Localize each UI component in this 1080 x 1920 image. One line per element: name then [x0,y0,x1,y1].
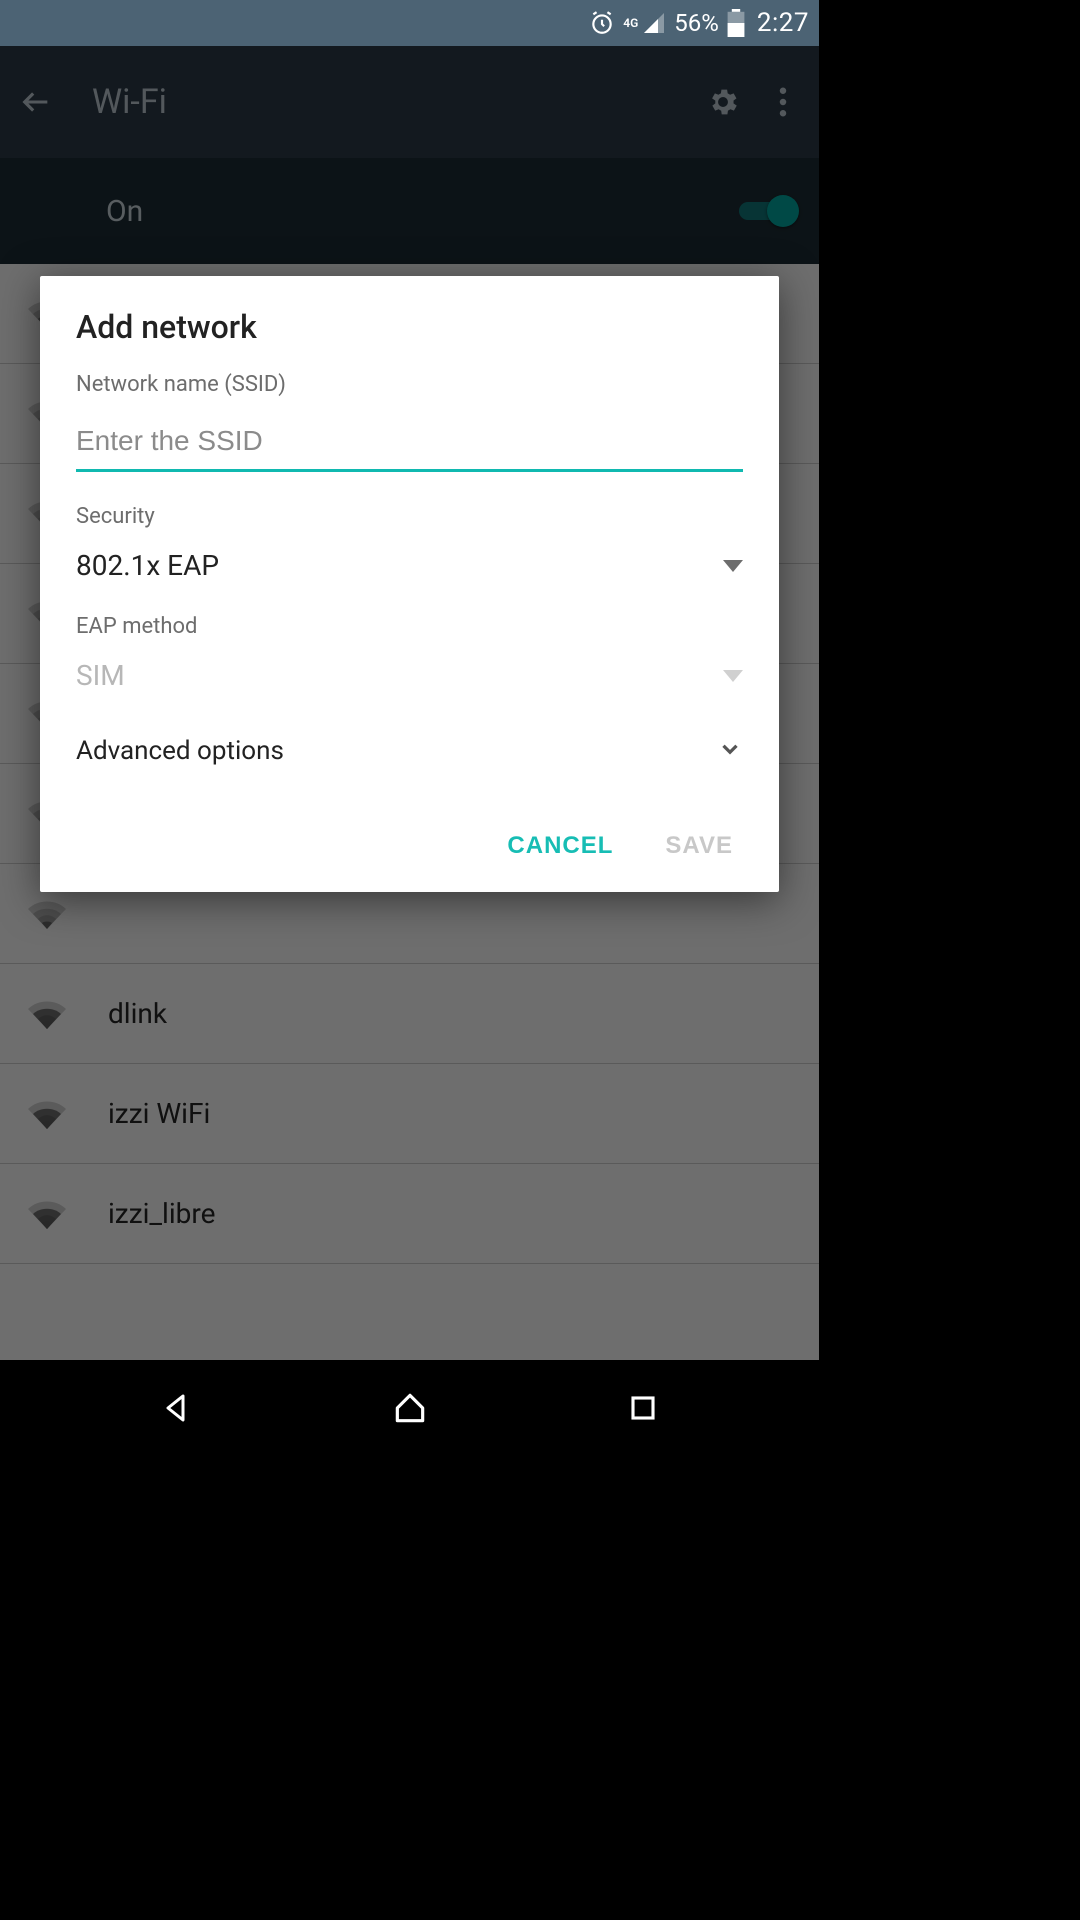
advanced-options-toggle[interactable]: Advanced options [76,736,743,766]
eap-method-value: SIM [76,659,125,692]
network-4g-icon: 4G [623,18,638,28]
navigation-bar [0,1360,819,1456]
battery-icon [727,9,745,37]
security-label: Security [76,504,743,529]
dropdown-icon [723,560,743,572]
nav-recents-button[interactable] [613,1378,673,1438]
save-button[interactable]: SAVE [659,822,739,870]
ssid-input[interactable] [76,417,743,472]
ssid-label: Network name (SSID) [76,372,743,397]
security-value: 802.1x EAP [76,549,219,582]
advanced-options-label: Advanced options [76,736,284,766]
battery-percent: 56% [674,9,719,37]
cancel-button[interactable]: CANCEL [501,822,619,870]
chevron-down-icon [717,736,743,766]
dialog-title: Add network [76,308,743,346]
nav-home-button[interactable] [380,1378,440,1438]
nav-back-button[interactable] [147,1378,207,1438]
status-clock: 2:27 [757,8,809,38]
status-bar: 4G 56% 2:27 [0,0,819,46]
eap-method-select[interactable]: SIM [76,659,743,692]
cell-signal-icon [642,11,666,35]
add-network-dialog: Add network Network name (SSID) Security… [40,276,779,892]
alarm-icon [589,10,615,36]
dialog-actions: CANCEL SAVE [76,822,743,870]
dropdown-icon [723,670,743,682]
eap-method-label: EAP method [76,614,743,639]
security-select[interactable]: 802.1x EAP [76,549,743,582]
